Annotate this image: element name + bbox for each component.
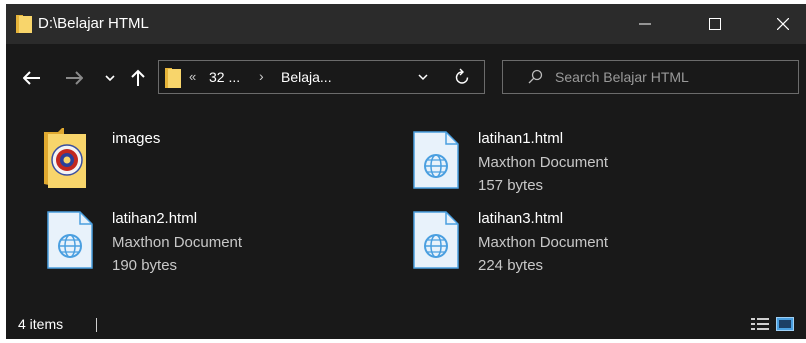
item-name: images xyxy=(112,130,161,147)
folder-icon xyxy=(165,68,181,93)
chevron-down-icon[interactable] xyxy=(417,70,429,88)
search-icon xyxy=(527,69,543,90)
search-box[interactable] xyxy=(502,60,799,94)
breadcrumb-overflow[interactable]: « xyxy=(189,69,196,84)
list-item-folder-images[interactable]: images xyxy=(42,126,382,202)
item-type: Maxthon Document xyxy=(478,154,609,171)
html-document-icon xyxy=(408,206,464,270)
html-document-icon xyxy=(42,206,98,270)
address-bar[interactable]: « 32 ... › Belaja... xyxy=(158,60,485,94)
list-item-file-latihan1[interactable]: latihan1.html Maxthon Document 157 bytes xyxy=(408,126,748,202)
list-item-file-latihan2[interactable]: latihan2.html Maxthon Document 190 bytes xyxy=(42,206,382,282)
refresh-icon[interactable] xyxy=(454,68,470,91)
list-item-file-latihan3[interactable]: latihan3.html Maxthon Document 224 bytes xyxy=(408,206,748,282)
close-button[interactable] xyxy=(760,4,806,44)
item-type: Maxthon Document xyxy=(478,234,609,251)
navigation-bar: « 32 ... › Belaja... xyxy=(6,44,806,110)
title-bar[interactable]: D:\Belajar HTML xyxy=(6,4,806,44)
html-document-icon xyxy=(408,126,464,190)
folder-icon xyxy=(16,15,32,38)
item-name: latihan2.html xyxy=(112,210,198,227)
item-size: 224 bytes xyxy=(478,257,544,274)
window-title: D:\Belajar HTML xyxy=(38,15,149,32)
forward-arrow-icon[interactable] xyxy=(64,68,84,88)
breadcrumb-segment-current[interactable]: Belaja... xyxy=(281,69,332,85)
status-bar: 4 items xyxy=(6,309,806,339)
minimize-button[interactable] xyxy=(622,4,668,44)
breadcrumb-segment[interactable]: 32 ... xyxy=(209,69,240,85)
close-icon xyxy=(777,18,789,30)
item-size: 157 bytes xyxy=(478,177,544,194)
large-icons-view-icon[interactable] xyxy=(776,317,794,336)
back-arrow-icon[interactable] xyxy=(22,68,42,88)
minimize-icon xyxy=(639,23,651,25)
item-type: Maxthon Document xyxy=(112,234,243,251)
recent-locations-chevron-icon[interactable] xyxy=(100,68,120,88)
up-arrow-icon[interactable] xyxy=(128,68,148,88)
status-divider xyxy=(96,318,97,332)
explorer-window: D:\Belajar HTML « 32 ... › Belaja... Sea… xyxy=(6,4,806,339)
item-count: 4 items xyxy=(18,316,64,332)
item-name: latihan3.html xyxy=(478,210,564,227)
search-input[interactable] xyxy=(555,61,790,93)
item-name: latihan1.html xyxy=(478,130,564,147)
maximize-button[interactable] xyxy=(692,4,738,44)
folder-icon xyxy=(42,126,98,190)
breadcrumb-separator[interactable]: › xyxy=(259,68,264,84)
maximize-icon xyxy=(709,18,721,30)
file-list: images latihan1.html Maxthon Document 15… xyxy=(6,110,806,309)
details-view-icon[interactable] xyxy=(751,317,769,336)
item-size: 190 bytes xyxy=(112,257,178,274)
